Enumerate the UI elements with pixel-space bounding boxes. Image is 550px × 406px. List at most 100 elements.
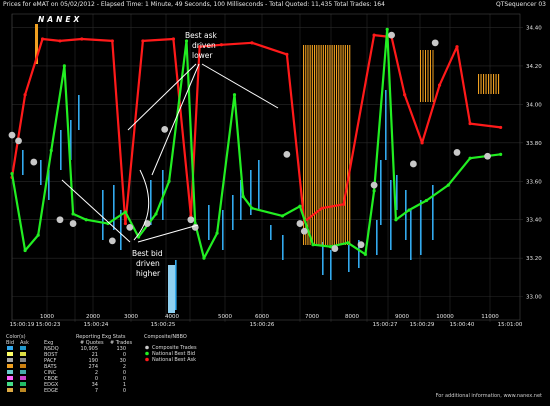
composite-trade-point bbox=[296, 220, 304, 227]
nsdq-bar bbox=[282, 235, 284, 260]
nanex-logo: NANEX bbox=[38, 15, 82, 24]
nsdq-bar bbox=[348, 245, 350, 272]
bats-bar bbox=[420, 50, 421, 102]
bats-bar bbox=[307, 45, 309, 245]
composite-trade-point bbox=[30, 158, 38, 166]
composite-trade-point bbox=[409, 160, 417, 168]
national-best-ask-marker bbox=[145, 357, 149, 362]
national-best-bid-point bbox=[446, 183, 450, 187]
x-tick-label-seq: 10000 bbox=[436, 314, 454, 320]
nsdq-bar bbox=[232, 195, 234, 230]
legend-row-cinc: CINC 2 0 bbox=[7, 370, 126, 376]
national-best-ask-point bbox=[219, 43, 224, 47]
nsdq-bar bbox=[390, 180, 392, 250]
bats-bar bbox=[422, 50, 424, 102]
nsdq-bar bbox=[102, 190, 104, 240]
bats-bar bbox=[338, 45, 340, 245]
y-tick-label: 33.80 bbox=[526, 141, 542, 147]
national-best-bid-point bbox=[215, 231, 219, 235]
composite-trade-point bbox=[126, 224, 134, 231]
national-best-ask-label: National Best Ask bbox=[152, 357, 196, 363]
national-best-bid-point bbox=[385, 27, 389, 31]
composite-trade-point bbox=[108, 237, 116, 245]
national-best-bid-point bbox=[468, 156, 472, 160]
bats-bar bbox=[344, 45, 346, 245]
nsdq-bar bbox=[22, 150, 24, 175]
legend-ask-swatch bbox=[20, 364, 26, 368]
national-best-bid-point bbox=[154, 212, 158, 216]
nsdq-bar bbox=[405, 190, 407, 240]
bats-bar bbox=[432, 50, 434, 102]
x-tick-label-time: 15:00:27 bbox=[373, 322, 398, 328]
nsdq-bar bbox=[175, 260, 177, 310]
x-tick-label-time: 15:00:23 bbox=[36, 322, 61, 328]
bats-bar bbox=[478, 74, 480, 94]
composite-trade-point bbox=[388, 31, 395, 39]
legend-ask-swatch bbox=[20, 358, 26, 362]
national-best-bid-point bbox=[71, 212, 75, 216]
national-best-ask-point bbox=[455, 45, 459, 49]
bid-annotation-line1: Best bid bbox=[132, 249, 163, 258]
national-best-bid-point bbox=[298, 204, 302, 208]
national-best-ask-point bbox=[58, 39, 62, 43]
nsdq-bar bbox=[78, 95, 80, 130]
legend-rows: NSDQ 10,905 130BOST 21 0PACF 190 30BATS 274 2CIN… bbox=[7, 346, 126, 394]
legend-ask-swatch bbox=[20, 352, 26, 356]
composite-legend: Composite Trades National Best Bid Natio… bbox=[145, 345, 197, 363]
legend-trade-count: 0 bbox=[123, 388, 126, 394]
composite-trade-point bbox=[69, 220, 77, 227]
legend-ask-swatch bbox=[20, 382, 26, 386]
x-tick-label-time: 15:00:24 bbox=[84, 322, 109, 328]
legend-bid-swatch bbox=[7, 382, 13, 386]
ask-annotation-line2: driven bbox=[192, 41, 216, 50]
legend-bid-swatch bbox=[7, 364, 13, 368]
national-best-ask-point bbox=[110, 39, 114, 43]
legend-bid-swatch bbox=[7, 358, 13, 362]
national-best-bid-point bbox=[167, 179, 171, 183]
composite-trade-point bbox=[357, 241, 365, 249]
composite-trade-point bbox=[283, 150, 291, 158]
y-tick-label: 33.20 bbox=[526, 256, 542, 262]
legend-bid-swatch bbox=[7, 370, 13, 374]
x-tick-label-seq: 3000 bbox=[124, 314, 138, 320]
national-best-bid-point bbox=[250, 206, 254, 210]
footer-info: For additional information, www.nanex.ne… bbox=[435, 393, 542, 399]
national-best-bid-point bbox=[499, 152, 503, 156]
legend-row-bost: BOST 21 0 bbox=[7, 352, 126, 358]
title-bar: Prices for eMAT on 05/02/2012 - Elapsed … bbox=[0, 0, 550, 10]
bats-bar bbox=[309, 45, 311, 245]
y-tick-label: 34.20 bbox=[526, 64, 542, 70]
bats-bar bbox=[495, 74, 497, 94]
nsdq-bar bbox=[330, 250, 332, 280]
bats-bar bbox=[498, 74, 500, 94]
x-tick-label-time: 15:00:19 bbox=[10, 322, 35, 328]
national-best-bid-point bbox=[232, 93, 237, 97]
national-best-bid-point bbox=[241, 195, 245, 199]
composite-trade-point bbox=[370, 181, 378, 189]
x-tick-label-time: 15:00:25 bbox=[151, 322, 176, 328]
legend-exchange-name: EDGE bbox=[44, 388, 58, 394]
national-best-bid-point bbox=[346, 241, 350, 245]
x-tick-label-seq: 8000 bbox=[345, 314, 359, 320]
national-best-ask-point bbox=[80, 37, 84, 41]
nsdq-bar bbox=[222, 210, 224, 250]
bats-bar bbox=[493, 74, 495, 94]
window-title: Prices for eMAT on 05/02/2012 - Elapsed … bbox=[3, 1, 385, 8]
national-best-ask-point bbox=[40, 37, 45, 41]
national-best-bid-point bbox=[407, 208, 411, 212]
y-tick-label: 33.40 bbox=[526, 218, 542, 224]
bats-bar bbox=[318, 45, 320, 245]
bats-bar bbox=[349, 45, 351, 245]
national-best-ask-point bbox=[141, 39, 145, 43]
bats-bar bbox=[316, 45, 318, 245]
national-best-bid-point bbox=[363, 252, 367, 256]
bats-bar bbox=[490, 74, 492, 94]
legend-svg: Color(s) Bid Ask Exg Reporting Exg Stats… bbox=[6, 334, 197, 394]
bats-bar bbox=[347, 45, 349, 245]
legend-bid-swatch bbox=[7, 346, 13, 350]
national-best-bid-point bbox=[424, 198, 429, 203]
legend-row-edgx: EDGX 34 1 bbox=[7, 382, 126, 388]
national-best-ask-point bbox=[420, 141, 424, 145]
national-best-ask-point bbox=[468, 121, 472, 126]
nsdq-bar bbox=[322, 242, 324, 275]
